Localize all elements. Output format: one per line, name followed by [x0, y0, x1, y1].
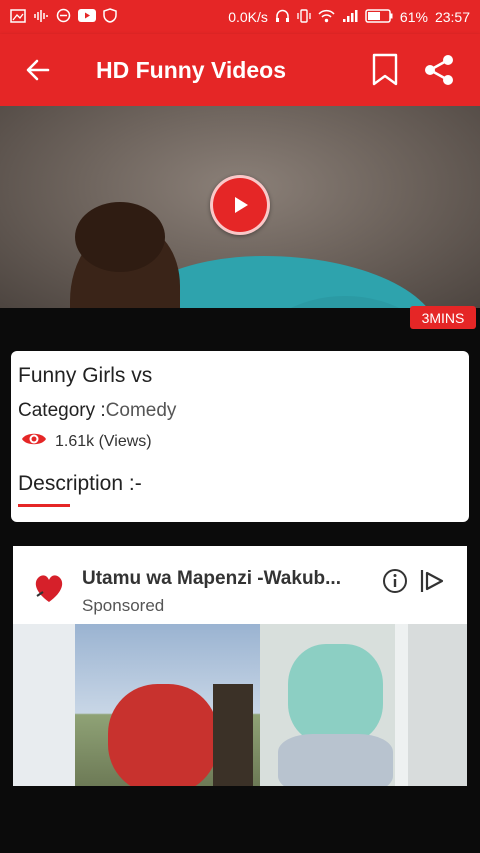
category-value: Comedy — [105, 400, 177, 421]
ad-image[interactable] — [13, 624, 467, 786]
duration-badge: 3MINS — [410, 306, 476, 329]
share-icon — [425, 55, 453, 85]
category-label: Category : — [18, 400, 106, 421]
category-row: Category :Comedy — [18, 400, 176, 422]
back-button[interactable] — [8, 34, 68, 106]
clock: 23:57 — [434, 9, 470, 25]
signal-icon — [342, 9, 358, 26]
shield-icon — [103, 8, 117, 26]
adchoices-icon[interactable] — [418, 568, 446, 594]
youtube-icon — [78, 9, 96, 25]
headphones-icon — [275, 9, 290, 26]
status-bar: 0.0K/s 61% 23:57 — [0, 0, 480, 34]
description-underline — [18, 504, 70, 507]
play-button[interactable] — [210, 175, 270, 235]
screenshot-icon — [10, 8, 26, 26]
app-bar: HD Funny Videos — [0, 34, 480, 106]
views-row: 1.61k (Views) — [21, 430, 152, 453]
sponsored-label: Sponsored — [82, 596, 165, 615]
video-info-card: Funny Girls vs Category :Comedy 1.61k (V… — [11, 351, 469, 522]
battery-percent: 61% — [399, 9, 428, 25]
minus-circle-icon — [56, 8, 71, 26]
play-icon — [235, 197, 248, 213]
description-heading: Description :- — [18, 472, 142, 495]
bookmark-icon — [372, 53, 398, 86]
thumbnail-figure-head — [75, 202, 165, 272]
arrow-left-icon — [26, 59, 50, 81]
share-button[interactable] — [412, 34, 466, 106]
info-icon[interactable] — [382, 568, 408, 594]
battery-icon — [365, 8, 393, 26]
sponsored-ad-card[interactable]: Utamu wa Mapenzi -Wakub... Sponsored — [13, 546, 467, 786]
eye-icon — [21, 430, 47, 453]
views-count: 1.61k (Views) — [55, 432, 152, 450]
vibrate-icon — [297, 8, 311, 26]
video-title: Funny Girls vs — [18, 364, 153, 387]
audio-icon — [33, 9, 49, 26]
network-speed: 0.0K/s — [228, 9, 268, 25]
ad-title[interactable]: Utamu wa Mapenzi -Wakub... — [82, 568, 341, 590]
page-title: HD Funny Videos — [96, 56, 286, 83]
wifi-icon — [318, 9, 335, 26]
ad-avatar — [29, 566, 69, 608]
bookmark-button[interactable] — [358, 34, 412, 106]
